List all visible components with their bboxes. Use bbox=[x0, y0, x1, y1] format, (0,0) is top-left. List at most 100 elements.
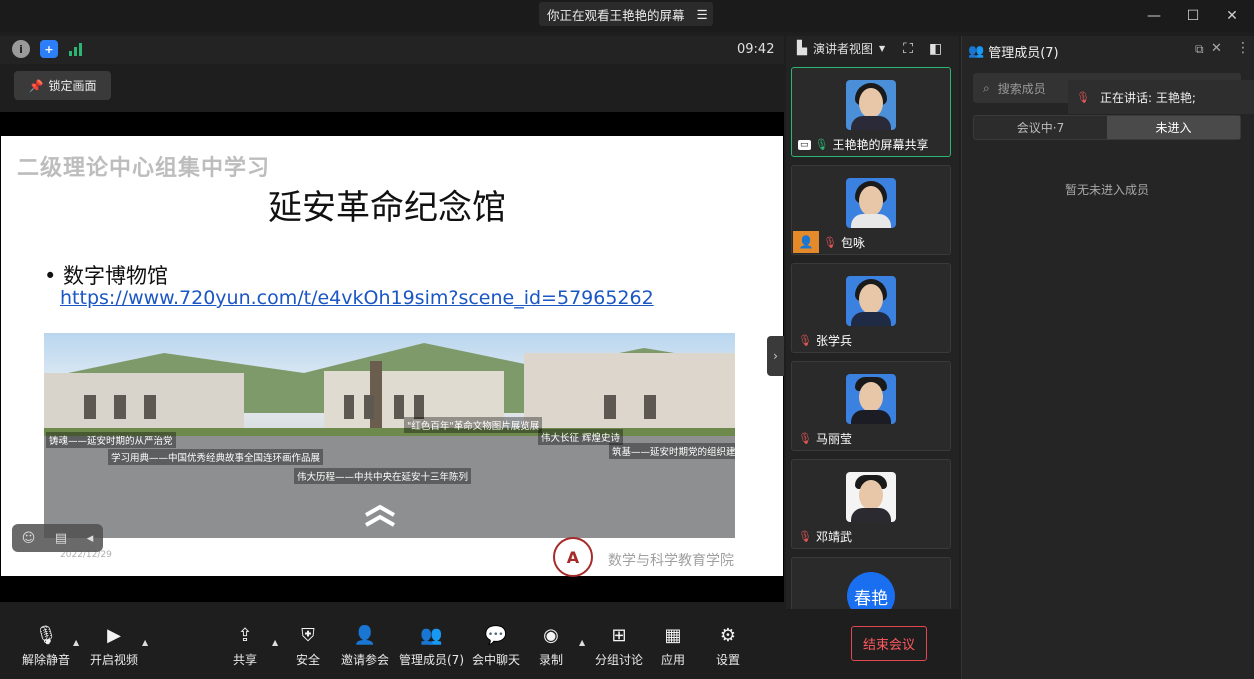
security-button[interactable]: ⛨ 安全 bbox=[296, 624, 320, 668]
signal-icon[interactable] bbox=[69, 42, 85, 56]
image-caption[interactable]: 学习用典——中国优秀经典故事全国连环画作品展 bbox=[108, 449, 324, 465]
unmute-button[interactable]: 🎙 解除静音 bbox=[22, 624, 70, 668]
layout-icon[interactable]: ▙ bbox=[797, 41, 807, 56]
info-bar bbox=[0, 36, 784, 64]
member-tabs: 会议中·7 未进入 bbox=[973, 115, 1241, 140]
shield-icon[interactable]: + bbox=[40, 40, 58, 58]
pin-icon: 📌 bbox=[28, 78, 44, 93]
microphone-icon: 🎙 bbox=[814, 138, 829, 151]
floating-tools: ☺ ▤ ◂ bbox=[12, 524, 103, 552]
start-video-button[interactable]: ▶ 开启视频 bbox=[90, 624, 138, 668]
avatar bbox=[846, 374, 896, 424]
apps-icon: ▦ bbox=[664, 624, 682, 646]
maximize-icon[interactable]: ☐ bbox=[1183, 6, 1203, 26]
image-caption[interactable]: 筑基——延安时期党的组织建设 bbox=[609, 443, 735, 459]
list-icon[interactable]: ☰ bbox=[697, 7, 708, 22]
invite-button[interactable]: 👤 邀请参会 bbox=[341, 624, 389, 668]
collapse-video-tab[interactable]: › bbox=[767, 336, 784, 376]
participant-name: 🎙 张学兵 bbox=[798, 334, 852, 348]
minimize-icon[interactable]: — bbox=[1144, 6, 1164, 26]
participant-tile[interactable]: 🎙 邓靖武 bbox=[791, 459, 951, 549]
share-button[interactable]: ⇪ 共享 bbox=[233, 624, 257, 668]
record-icon: ◉ bbox=[543, 624, 559, 646]
speaking-text: 正在讲话: 王艳艳; bbox=[1099, 90, 1196, 105]
participant-name: 🎙 邓靖武 bbox=[798, 530, 852, 544]
end-meeting-button[interactable]: 结束会议 bbox=[851, 626, 927, 661]
avatar bbox=[846, 276, 896, 326]
image-caption[interactable]: "红色百年"革命文物图片展览展 bbox=[404, 417, 543, 433]
speaking-indicator: 🎙 正在讲话: 王艳艳; bbox=[1068, 80, 1254, 114]
participant-tile[interactable]: 春艳 bbox=[791, 557, 951, 620]
record-button[interactable]: ◉ 录制 bbox=[539, 624, 563, 668]
pop-out-icon[interactable]: ⧉ bbox=[1195, 42, 1204, 57]
search-placeholder: 搜索成员 bbox=[997, 81, 1046, 96]
microphone-muted-icon: 🎙 bbox=[823, 235, 837, 249]
chat-button[interactable]: 💬 会中聊天 bbox=[472, 624, 520, 668]
settings-button[interactable]: ⚙ 设置 bbox=[716, 624, 740, 668]
breakout-button[interactable]: ⊞ 分组讨论 bbox=[595, 624, 643, 668]
participant-name: ▭ 🎙 王艳艳的屏幕共享 bbox=[798, 138, 929, 152]
viewing-screen-title[interactable]: 你正在观看王艳艳的屏幕 ☰ bbox=[539, 2, 713, 26]
microphone-muted-icon: 🎙 bbox=[798, 432, 812, 445]
video-options-caret[interactable]: ▲ bbox=[142, 638, 148, 647]
empty-members-message: 暂无未进入成员 bbox=[1065, 183, 1150, 197]
members-icon: 👥 bbox=[420, 624, 443, 646]
speaker-view-dropdown[interactable]: 演讲者视图 bbox=[813, 40, 873, 57]
microphone-muted-icon: 🎙 bbox=[34, 624, 58, 646]
meeting-clock: 09:42 bbox=[737, 42, 775, 57]
participant-tile[interactable]: 🎙 张学兵 bbox=[791, 263, 951, 353]
chevron-right-icon: › bbox=[773, 349, 778, 363]
search-icon: ⌕ bbox=[983, 80, 990, 95]
participant-name: 🎙 马丽莹 bbox=[798, 432, 852, 446]
share-options-caret[interactable]: ▲ bbox=[272, 638, 278, 647]
microphone-muted-icon: 🎙 bbox=[798, 334, 812, 347]
image-caption[interactable]: 伟大历程——中共中央在延安十三年陈列 bbox=[294, 468, 472, 484]
meeting-window: 你正在观看王艳艳的屏幕 ☰ — ☐ ✕ i + 09:42 📌 锁定画面 二级理… bbox=[0, 0, 1254, 679]
slide-footer: 数学与科学教育学院 bbox=[608, 553, 734, 569]
lock-view-button[interactable]: 📌 锁定画面 bbox=[14, 71, 111, 100]
museum-photo: 铸魂——延安时期的从严治党 学习用典——中国优秀经典故事全国连环画作品展 "红色… bbox=[44, 333, 735, 538]
slide-link[interactable]: https://www.720yun.com/t/e4vkOh19sim?sce… bbox=[60, 287, 654, 309]
emoji-icon[interactable]: ☺ bbox=[22, 531, 36, 546]
side-panel-icon[interactable]: ◧ bbox=[929, 41, 942, 57]
close-panel-icon[interactable]: ✕ bbox=[1211, 41, 1222, 56]
chat-icon: 💬 bbox=[484, 624, 508, 646]
chevron-down-icon[interactable]: ▼ bbox=[879, 44, 885, 53]
collapse-left-icon[interactable]: ◂ bbox=[87, 531, 94, 546]
record-options-caret[interactable]: ▲ bbox=[579, 638, 585, 647]
tab-not-joined[interactable]: 未进入 bbox=[1107, 116, 1240, 139]
gear-icon: ⚙ bbox=[719, 624, 737, 646]
more-icon[interactable]: ⋮ bbox=[1236, 40, 1250, 56]
info-icon[interactable]: i bbox=[12, 40, 30, 58]
slide-bullet: • 数字博物馆 bbox=[44, 264, 169, 288]
audio-options-caret[interactable]: ▲ bbox=[73, 638, 79, 647]
slide-title: 延安革命纪念馆 bbox=[268, 188, 506, 228]
tab-in-meeting[interactable]: 会议中·7 bbox=[974, 116, 1107, 139]
members-panel-title: 管理成员(7) bbox=[988, 46, 1059, 61]
host-icon: 👤 bbox=[793, 231, 819, 253]
slide-header: 二级理论中心组集中学习 bbox=[17, 156, 271, 181]
microphone-muted-icon: 🎙 bbox=[798, 530, 812, 543]
fullscreen-icon[interactable]: ⛶ bbox=[903, 41, 913, 57]
chat-bubble-icon[interactable]: ▤ bbox=[55, 531, 67, 546]
manage-members-button[interactable]: 👥 管理成员(7) bbox=[399, 624, 464, 668]
apps-button[interactable]: ▦ 应用 bbox=[661, 624, 685, 668]
breakout-icon: ⊞ bbox=[611, 624, 627, 646]
add-user-icon: 👤 bbox=[353, 624, 377, 646]
avatar bbox=[846, 178, 896, 228]
image-caption[interactable]: 铸魂——延安时期的从严治党 bbox=[46, 432, 176, 448]
avatar bbox=[846, 80, 896, 130]
participant-tile[interactable]: ▭ 🎙 王艳艳的屏幕共享 bbox=[791, 67, 951, 157]
participant-tile[interactable]: 🎙 马丽莹 bbox=[791, 361, 951, 451]
share-screen-icon: ⇪ bbox=[237, 624, 253, 646]
view-toolbar: ▙ 演讲者视图 ▼ ⛶ ◧ bbox=[797, 40, 942, 57]
screen-share-icon: ▭ bbox=[798, 139, 811, 150]
lock-view-label: 锁定画面 bbox=[48, 79, 97, 93]
close-icon[interactable]: ✕ bbox=[1222, 6, 1242, 26]
participant-tile[interactable]: 👤 🎙 包咏 bbox=[791, 165, 951, 255]
window-title: 你正在观看王艳艳的屏幕 bbox=[547, 7, 685, 23]
microphone-muted-icon: 🎙 bbox=[1076, 90, 1090, 104]
avatar bbox=[846, 472, 896, 522]
shield-check-icon: ⛨ bbox=[301, 624, 315, 646]
members-icon: 👥 bbox=[968, 44, 985, 59]
